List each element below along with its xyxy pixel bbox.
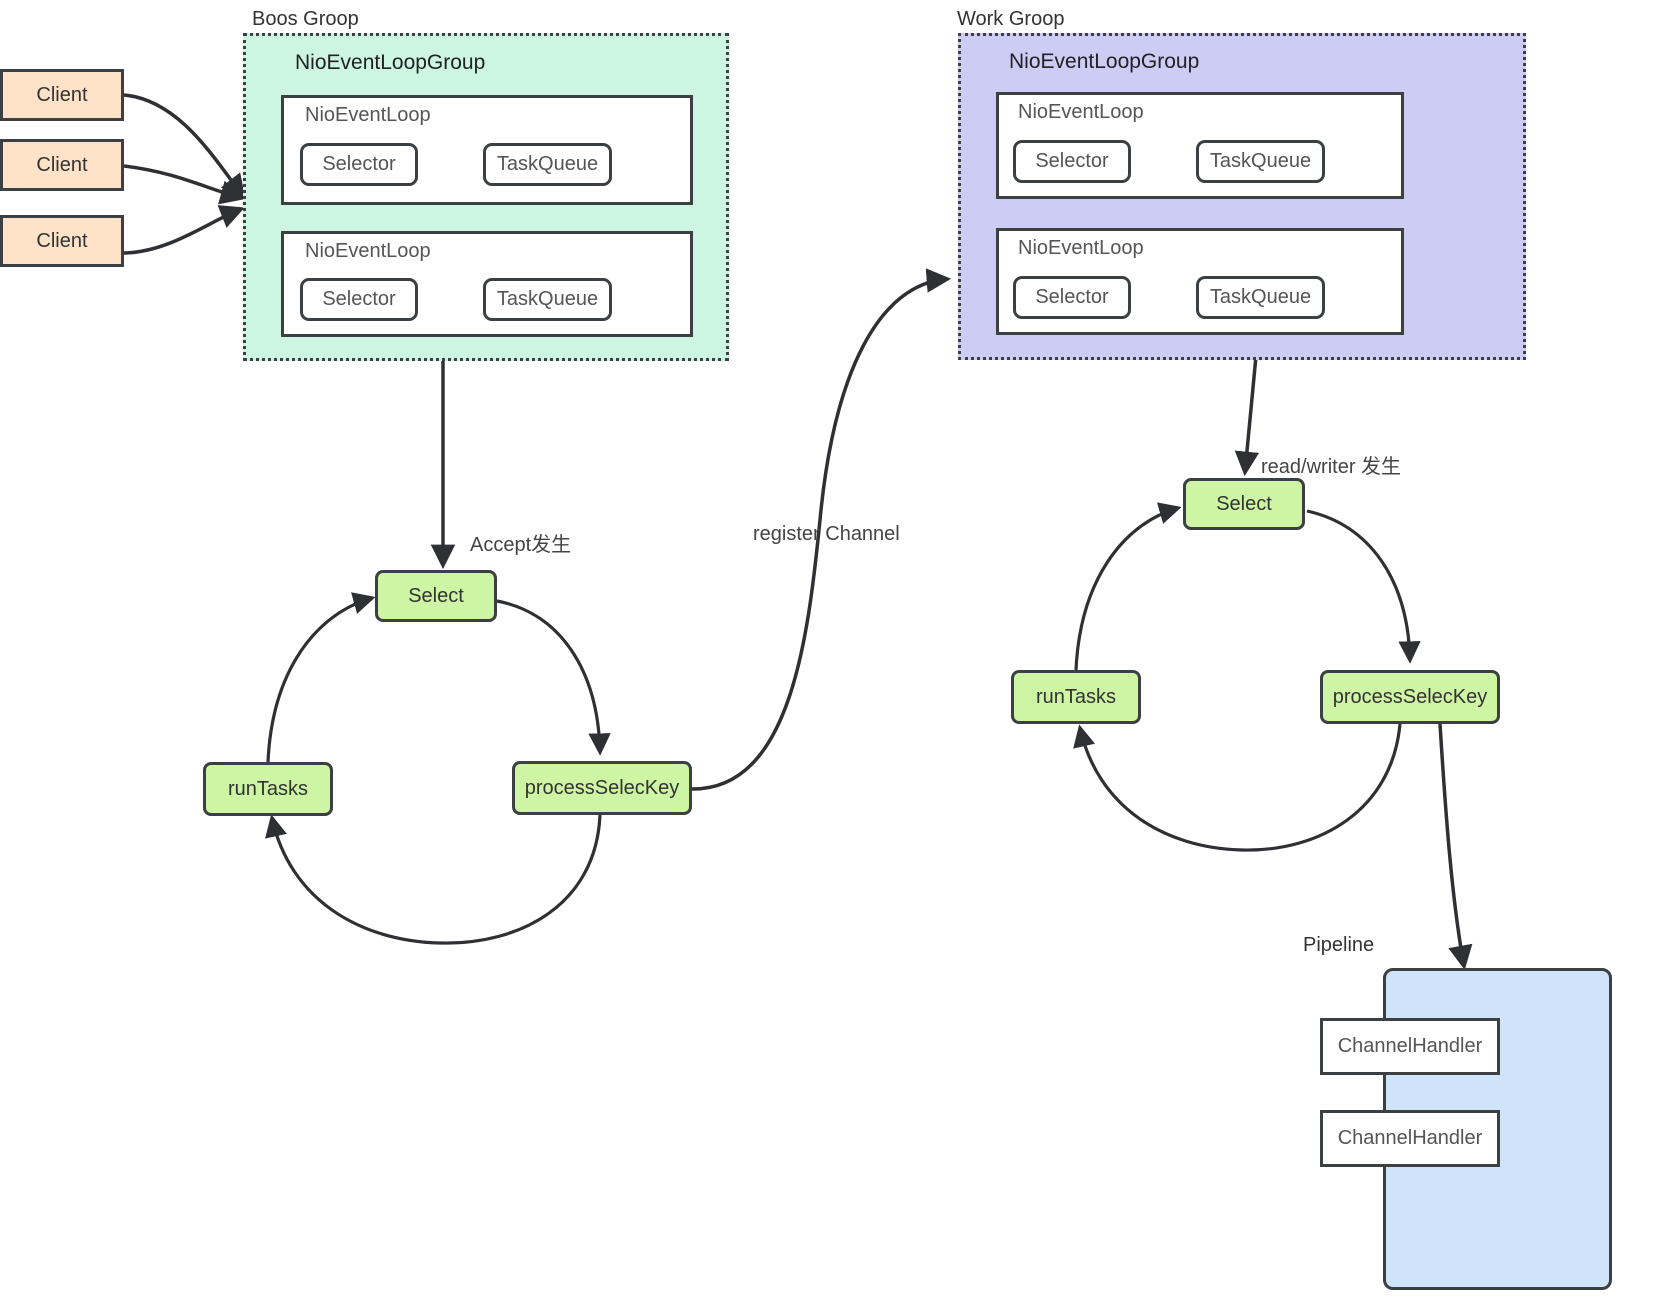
boss-event-loop-label: NioEventLoop: [305, 104, 431, 126]
work-runtasks-label: runTasks: [1035, 685, 1117, 708]
work-taskqueue[interactable]: TaskQueue: [1196, 276, 1325, 319]
work-taskqueue-label: TaskQueue: [1209, 150, 1312, 172]
edge-client3-to-boss: [123, 205, 245, 255]
pipeline-caption: Pipeline: [1303, 934, 1375, 956]
edge-boss-select-to-process: [496, 599, 611, 756]
boss-selector[interactable]: Selector: [300, 278, 418, 321]
boss-event-loop-label: NioEventLoop: [305, 240, 431, 262]
channel-handler-label: ChannelHandler: [1337, 1127, 1483, 1149]
work-select-node[interactable]: Select: [1183, 478, 1305, 530]
boss-run-tasks-node[interactable]: runTasks: [203, 762, 333, 816]
boss-process-label: processSelecKey: [524, 776, 680, 799]
boss-select-node[interactable]: Select: [375, 570, 497, 622]
boss-selector-label: Selector: [322, 288, 396, 310]
work-selector[interactable]: Selector: [1013, 276, 1131, 319]
channel-handler-label: ChannelHandler: [1337, 1035, 1483, 1057]
work-group-title: NioEventLoopGroup: [1009, 50, 1200, 73]
work-selector-label: Selector: [1035, 150, 1109, 172]
client-label: Client: [36, 229, 88, 252]
boss-runtasks-label: runTasks: [227, 777, 309, 800]
boss-selector-label: Selector: [322, 153, 396, 175]
work-event-loop-label: NioEventLoop: [1018, 237, 1144, 259]
channel-handler-box[interactable]: ChannelHandler: [1320, 1110, 1500, 1167]
client-box[interactable]: Client: [0, 215, 124, 267]
channel-handler-box[interactable]: ChannelHandler: [1320, 1018, 1500, 1075]
edge-process-to-pipeline: [1438, 723, 1473, 971]
edge-boss-runtasks-to-select: [266, 592, 376, 763]
work-select-label: Select: [1216, 492, 1272, 515]
work-group-caption: Work Groop: [957, 8, 1065, 30]
client-box[interactable]: Client: [0, 139, 124, 191]
work-process-selec-key-node[interactable]: processSelecKey: [1320, 670, 1500, 724]
boss-select-label: Select: [408, 584, 464, 607]
accept-trigger-label: Accept发生: [470, 534, 572, 556]
client-box[interactable]: Client: [0, 69, 124, 121]
edge-work-process-to-runtasks: [1073, 723, 1402, 852]
edge-work-select-to-process: [1306, 509, 1421, 664]
work-selector-label: Selector: [1035, 286, 1109, 308]
boss-group-caption: Boos Groop: [252, 8, 359, 30]
client-label: Client: [36, 153, 88, 176]
boss-selector[interactable]: Selector: [300, 143, 418, 186]
work-event-loop-label: NioEventLoop: [1018, 101, 1144, 123]
edge-work-runtasks-to-select: [1074, 502, 1182, 671]
boss-taskqueue-label: TaskQueue: [496, 288, 599, 310]
boss-group-title: NioEventLoopGroup: [295, 51, 486, 74]
work-run-tasks-node[interactable]: runTasks: [1011, 670, 1141, 724]
work-process-label: processSelecKey: [1332, 685, 1488, 708]
edge-client1-to-boss: [123, 93, 246, 200]
edge-boss-process-to-runtasks: [265, 814, 602, 945]
boss-taskqueue[interactable]: TaskQueue: [483, 278, 612, 321]
register-channel-label: register Channel: [753, 523, 900, 545]
work-taskqueue[interactable]: TaskQueue: [1196, 140, 1325, 183]
work-taskqueue-label: TaskQueue: [1209, 286, 1312, 308]
work-selector[interactable]: Selector: [1013, 140, 1131, 183]
diagram-canvas: Client Client Client Boos Groop NioEvent…: [0, 0, 1664, 1316]
boss-process-selec-key-node[interactable]: processSelecKey: [512, 761, 692, 815]
boss-taskqueue-label: TaskQueue: [496, 153, 599, 175]
read-write-trigger-label: read/writer 发生: [1261, 456, 1402, 478]
boss-taskqueue[interactable]: TaskQueue: [483, 143, 612, 186]
edge-client2-to-boss: [123, 164, 245, 205]
client-label: Client: [36, 83, 88, 106]
